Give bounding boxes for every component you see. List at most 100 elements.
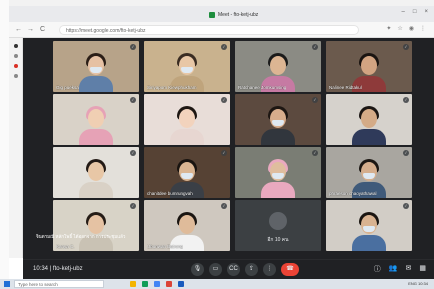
window-controls: – □ × [402,9,428,15]
participant-video [79,158,113,198]
reload-button[interactable]: C [40,25,45,35]
participant-video [261,105,295,145]
mic-off-icon: ⁄ [221,44,227,50]
profile-icon[interactable]: ◉ [409,25,414,32]
chrome-icon[interactable] [142,281,148,287]
mic-off-icon: ⁄ [403,203,409,209]
participant-tile[interactable]: ⁄ Ubonwan Butrong [144,200,230,251]
os-taskbar: Type here to search ENG 10:34 [0,279,434,289]
participant-tile[interactable]: ⁄ chanitdee bumrungvah [144,147,230,198]
mic-off-icon: ⁄ [130,97,136,103]
others-tile[interactable]: อีก 10 คน [235,200,321,251]
browser-side-panel [9,38,23,258]
participant-video [261,158,295,198]
mic-off-icon: ⁄ [221,150,227,156]
side-panel-icon[interactable] [14,74,18,78]
end-call-button[interactable]: ☎ [281,263,299,276]
browser-toolbar: ← → C https://meet.google.com/fto-ketj-u… [9,22,434,38]
taskbar-search[interactable]: Type here to search [14,280,104,288]
side-panel-icon[interactable] [14,54,18,58]
mic-off-icon: ⁄ [312,97,318,103]
menu-icon[interactable]: ⋮ [420,25,426,32]
participant-name: Siriyapom Kiewphukham [147,85,197,90]
side-controls: ⓘ 👥 ✉ ▦ [374,264,426,274]
face-mask [181,173,193,179]
participant-tile[interactable]: ⁄ Nalinee Ridtakul [326,41,412,92]
participant-tile[interactable]: ⁄ Gig pueksa [53,41,139,92]
info-icon[interactable]: ⓘ [374,264,381,274]
participant-tile[interactable]: ⁄ [53,94,139,145]
participant-tile[interactable]: ⁄ Siriyapom Kiewphukham [144,41,230,92]
participant-video [79,52,113,92]
chat-icon[interactable]: ✉ [406,264,412,274]
forward-button[interactable]: → [27,25,34,35]
captions-button[interactable]: CC [227,263,240,276]
address-bar[interactable]: https://meet.google.com/fto-ketj-ubz [59,25,359,35]
bookmark-icon[interactable]: ☆ [397,25,402,32]
maximize-icon[interactable]: □ [413,9,417,15]
others-count: อีก 10 คน [267,237,289,243]
browser-tab[interactable]: Meet - fto-ketj-ubz [209,9,258,20]
mic-off-icon: ⁄ [312,150,318,156]
tab-title: Meet - fto-ketj-ubz [218,11,259,18]
taskbar-apps [130,281,184,287]
participant-video [79,105,113,145]
mic-off-icon: ⁄ [221,97,227,103]
mic-off-icon: ⁄ [312,44,318,50]
participant-name: Nalinee Ridtakul [329,85,362,90]
call-controls: 🎙 ▭ CC ⇪ ⋮ ☎ [191,263,299,276]
face-mask [181,67,193,73]
face-mask [363,173,375,179]
side-panel-icon[interactable] [14,64,18,68]
photo-frame-left [0,0,9,289]
participant-name: chanitdee bumrungvah [147,191,193,196]
meeting-time-code: 10:34 | fto-ketj-ubz [33,266,83,272]
close-icon[interactable]: × [424,9,428,15]
app-icon[interactable] [166,281,172,287]
participant-tile[interactable]: ⁄ phraeson chaoyathawal [326,147,412,198]
side-panel-icon[interactable] [14,44,18,48]
face-mask [363,226,375,232]
people-icon[interactable]: 👥 [389,264,398,274]
camera-toggle-button[interactable]: ▭ [209,263,222,276]
more-options-button[interactable]: ⋮ [263,263,276,276]
extensions-icon[interactable]: ✦ [386,25,391,32]
avatar [269,212,287,230]
activities-icon[interactable]: ▦ [419,264,426,274]
present-button[interactable]: ⇪ [245,263,258,276]
participant-video [170,105,204,145]
participant-tile[interactable]: ⁄ [235,94,321,145]
mic-off-icon: ⁄ [403,44,409,50]
participant-video [352,105,386,145]
start-icon[interactable] [4,281,10,287]
participant-tile[interactable]: ⁄ [326,94,412,145]
face-mask [272,173,284,179]
mic-off-icon: ⁄ [221,203,227,209]
participant-tile[interactable]: ⁄ Ratchanee Jomkumsing [235,41,321,92]
participant-tile[interactable]: ⁄ [235,147,321,198]
browser-titlebar: Meet - fto-ketj-ubz – □ × [9,6,434,22]
toolbar-icons: ✦ ☆ ◉ ⋮ [386,25,426,32]
mic-toggle-button[interactable]: 🎙 [191,263,204,276]
mic-off-icon: ⁄ [403,97,409,103]
back-button[interactable]: ← [15,25,22,35]
system-tray: ENG 10:34 [408,281,428,286]
participant-name: Ratchanee Jomkumsing [238,85,287,90]
participant-name: phraeson chaoyathawal [329,191,377,196]
word-icon[interactable] [178,281,184,287]
participant-name: Ubonwan Butrong [147,244,184,249]
mic-off-icon: ⁄ [130,150,136,156]
meet-favicon-icon [209,11,215,18]
mic-off-icon: ⁄ [130,203,136,209]
minimize-icon[interactable]: – [402,9,405,15]
participant-tile[interactable]: ⁄ [53,147,139,198]
leave-notification: จินดามณี หลักโพธิ์ ได้ออกจาก การประชุมแล… [36,234,126,239]
participant-video [352,211,386,251]
participant-tile[interactable]: ⁄ [326,200,412,251]
participant-name: Gig pueksa [56,85,79,90]
face-mask [272,120,284,126]
meet-control-bar: 10:34 | fto-ketj-ubz 🎙 ▭ CC ⇪ ⋮ ☎ ⓘ 👥 ✉ … [23,259,434,279]
edge-icon[interactable] [154,281,160,287]
participant-tile[interactable]: ⁄ [144,94,230,145]
file-explorer-icon[interactable] [130,281,136,287]
